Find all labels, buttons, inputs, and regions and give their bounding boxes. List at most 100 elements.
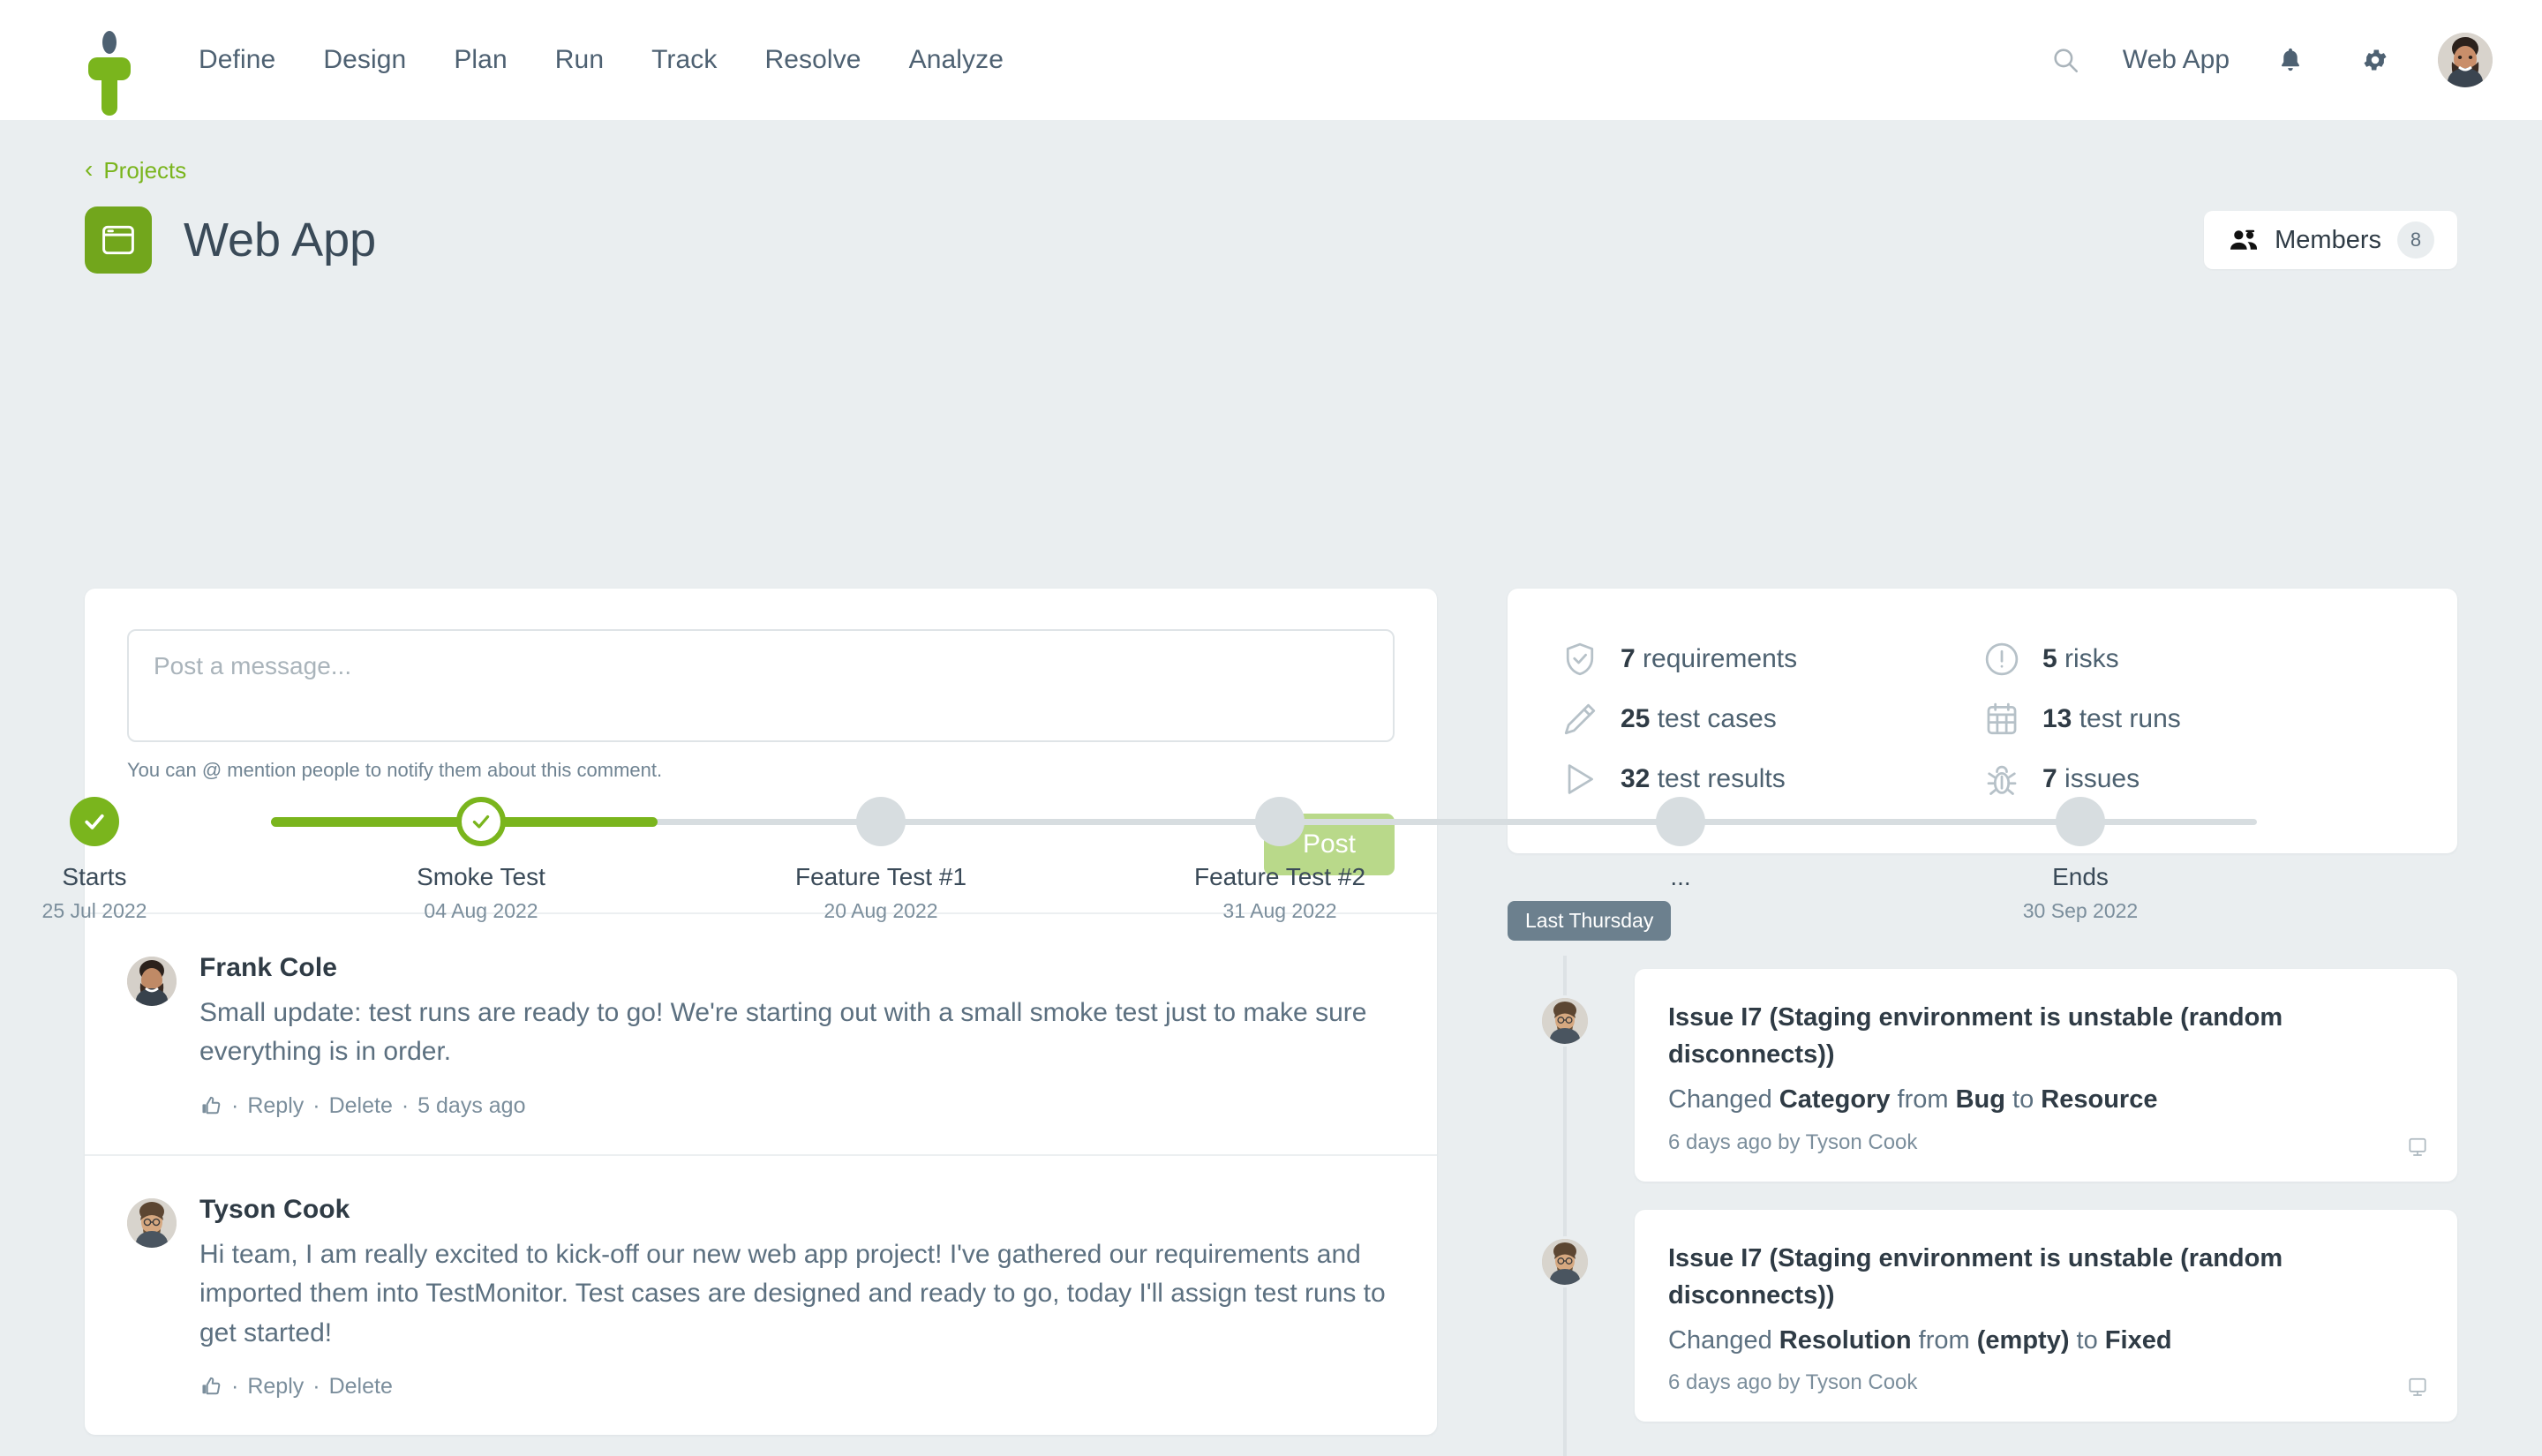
breadcrumb-projects-link[interactable]: Projects (103, 157, 186, 184)
activity-timestamp: 6 days ago by Tyson Cook (1668, 1370, 1918, 1395)
avatar[interactable] (127, 1197, 177, 1248)
change-from-value: Bug (1955, 1085, 2005, 1115)
stat-unit: test results (1657, 764, 1786, 793)
stat-label: 32 test results (1621, 764, 1786, 794)
comment-body: Tyson Cook Hi team, I am really excited … (199, 1195, 1395, 1400)
nav-item-define[interactable]: Define (175, 45, 299, 75)
stat-test-cases[interactable]: 25 test cases (1561, 689, 1982, 749)
sidebar-column: 7 requirements 25 test cases 32 test res… (1508, 589, 2457, 1456)
reply-link[interactable]: Reply (247, 1093, 304, 1119)
timeline-milestone-more[interactable]: ... (1504, 797, 1857, 899)
testmonitor-logo[interactable] (85, 31, 134, 116)
stats-column-left: 7 requirements 25 test cases 32 test res… (1561, 629, 1982, 809)
shield-check-icon (1561, 640, 1599, 679)
change-field: Category (1779, 1085, 1891, 1115)
discussion-card: Post a message... You can @ mention peop… (85, 589, 1437, 1435)
project-window-icon (85, 206, 152, 274)
main-content: Post a message... You can @ mention peop… (0, 589, 2542, 1456)
activity-item: Issue I7 (Staging environment is unstabl… (1508, 969, 2457, 1182)
reply-link[interactable]: Reply (247, 1374, 304, 1400)
nav-item-design[interactable]: Design (299, 45, 430, 75)
members-label: Members (2275, 225, 2381, 254)
comment-item: Tyson Cook Hi team, I am really excited … (85, 1156, 1437, 1435)
avatar[interactable] (2438, 33, 2493, 87)
stat-label: 5 risks (2042, 644, 2119, 674)
calendar-icon (1982, 700, 2021, 739)
nav-item-run[interactable]: Run (531, 45, 628, 75)
members-button[interactable]: Members 8 (2204, 211, 2457, 269)
activity-title: Issue I7 (Staging environment is unstabl… (1668, 1243, 2283, 1310)
top-navigation-bar: Define Design Plan Run Track Resolve Ana… (0, 0, 2542, 120)
stat-unit: risks (2064, 644, 2119, 673)
activity-feed: Last Thursday Issue I7 (Staging environm… (1508, 901, 2457, 1456)
milestone-dot-upcoming (2056, 797, 2105, 846)
bell-icon[interactable] (2267, 36, 2314, 84)
dot-separator: · (231, 1373, 239, 1399)
monitor-icon (2406, 1136, 2429, 1159)
activity-change: Changed Resolution from (empty) to Fixed (1668, 1323, 2424, 1359)
delete-link[interactable]: Delete (329, 1374, 393, 1400)
avatar[interactable] (127, 957, 177, 1006)
chevron-left-icon: ‹ (85, 155, 94, 183)
timeline-milestone-feature-test-1[interactable]: Feature Test #1 20 Aug 2022 (704, 797, 1057, 923)
milestone-date: 31 Aug 2022 (1222, 899, 1337, 922)
breadcrumb[interactable]: ‹ Projects (85, 157, 2457, 184)
milestone-dot-upcoming (1656, 797, 1705, 846)
thumbs-up-icon[interactable] (199, 1094, 222, 1117)
delete-link[interactable]: Delete (329, 1093, 393, 1119)
play-icon (1561, 760, 1599, 799)
stat-value: 7 (2042, 764, 2057, 793)
comment-body: Frank Cole Small update: test runs are r… (199, 953, 1395, 1119)
stat-label: 7 requirements (1621, 644, 1797, 674)
milestone-date: 04 Aug 2022 (424, 899, 538, 922)
avatar[interactable] (1539, 1235, 1591, 1287)
stat-requirements[interactable]: 7 requirements (1561, 629, 1982, 689)
change-to-word: to (2004, 1085, 2042, 1115)
comment-actions: · Reply · Delete · 5 days ago (199, 1093, 1395, 1119)
change-from-word: from (1890, 1085, 1956, 1115)
message-input[interactable]: Post a message... (127, 629, 1395, 742)
search-icon[interactable] (2042, 36, 2089, 84)
thumbs-up-icon[interactable] (199, 1375, 222, 1398)
nav-right-group: Web App (2042, 33, 2493, 87)
timeline-milestone-starts[interactable]: Starts 25 Jul 2022 (0, 797, 271, 923)
activity-timestamp: 6 days ago by Tyson Cook (1668, 1130, 1918, 1154)
nav-item-resolve[interactable]: Resolve (741, 45, 885, 75)
nav-item-analyze[interactable]: Analyze (885, 45, 1027, 75)
stat-risks[interactable]: 5 risks (1982, 629, 2404, 689)
milestone-date: 25 Jul 2022 (41, 899, 147, 922)
milestone-date: 20 Aug 2022 (824, 899, 938, 922)
members-icon (2229, 229, 2259, 251)
project-timeline: Starts 25 Jul 2022 Smoke Test 04 Aug 202… (0, 393, 2542, 922)
bug-icon (1982, 760, 2021, 799)
gear-icon[interactable] (2351, 36, 2399, 84)
nav-item-track[interactable]: Track (628, 45, 741, 75)
stat-test-runs[interactable]: 13 test runs (1982, 689, 2404, 749)
dot-separator: · (312, 1373, 320, 1399)
activity-item: Issue I7 (Staging environment is unstabl… (1508, 1209, 2457, 1422)
feed-day-chip: Last Thursday (1508, 901, 1672, 941)
comment-author: Frank Cole (199, 953, 338, 982)
comment-item: Frank Cole Small update: test runs are r… (85, 914, 1437, 1154)
main-nav-links: Define Design Plan Run Track Resolve Ana… (175, 45, 1027, 75)
comment-author: Tyson Cook (199, 1194, 350, 1224)
timeline-milestone-feature-test-2[interactable]: Feature Test #2 31 Aug 2022 (1103, 797, 1456, 923)
change-to-value: Fixed (2104, 1325, 2172, 1355)
change-prefix: Changed (1668, 1085, 1779, 1115)
project-title-row: Web App Members 8 (85, 202, 2457, 278)
discussion-column: Post a message... You can @ mention peop… (85, 589, 1437, 1435)
stat-unit: test cases (1657, 704, 1777, 733)
nav-item-plan[interactable]: Plan (430, 45, 530, 75)
mention-hint: You can @ mention people to notify them … (127, 759, 663, 781)
timeline-milestone-smoke-test[interactable]: Smoke Test 04 Aug 2022 (305, 797, 658, 923)
stat-value: 5 (2042, 644, 2057, 673)
comment-actions: · Reply · Delete (199, 1374, 1395, 1400)
milestone-dot-current (456, 797, 506, 846)
dot-separator: · (401, 1092, 410, 1118)
stat-value: 7 (1621, 644, 1636, 673)
stats-column-right: 5 risks 13 test runs 7 issues (1982, 629, 2404, 809)
avatar[interactable] (1539, 995, 1591, 1047)
project-selector[interactable]: Web App (2123, 45, 2230, 75)
change-from-value: (empty) (1976, 1325, 2070, 1355)
change-from-word: from (1911, 1325, 1977, 1355)
